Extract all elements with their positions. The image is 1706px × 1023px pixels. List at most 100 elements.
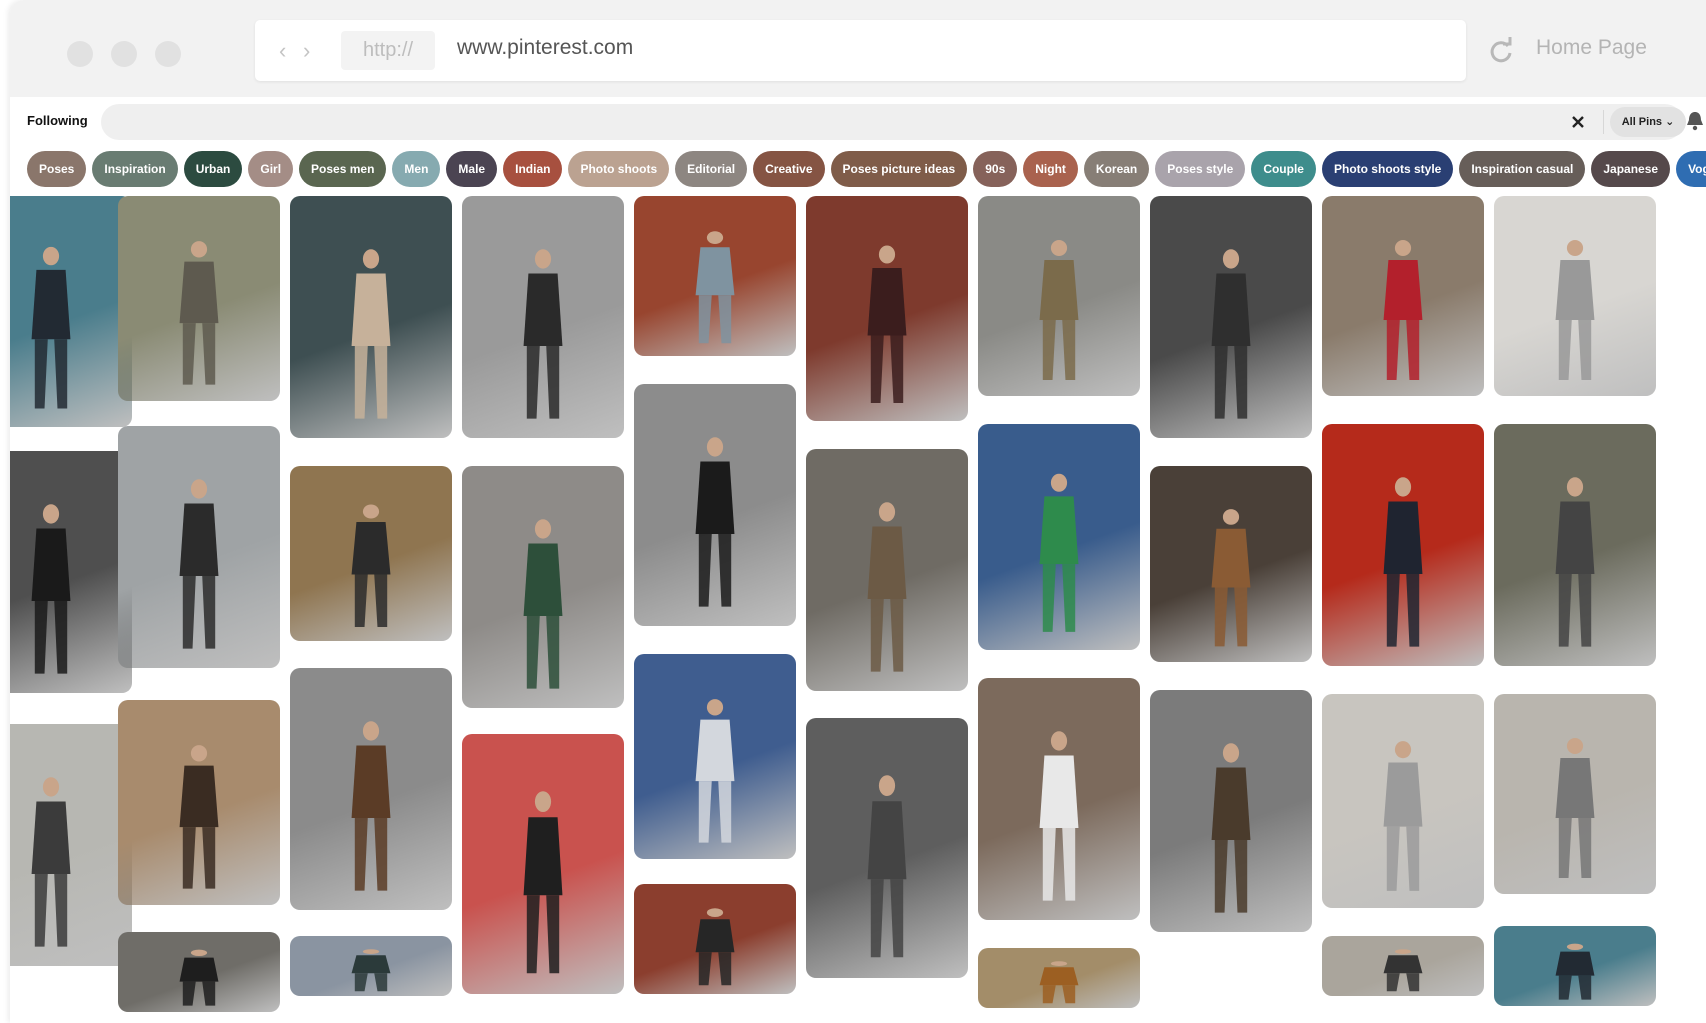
- bell-icon[interactable]: [1686, 111, 1704, 131]
- browser-toolbar: ‹ › http:// www.pinterest.com Home Page: [10, 0, 1706, 98]
- person-silhouette: [1555, 240, 1595, 380]
- back-icon[interactable]: ‹: [279, 38, 286, 64]
- person-silhouette: [1039, 473, 1079, 632]
- category-chip[interactable]: Men: [392, 151, 441, 187]
- pin-card[interactable]: [118, 196, 280, 401]
- person-silhouette: [1383, 949, 1423, 992]
- pin-card[interactable]: [290, 668, 452, 910]
- category-chip[interactable]: 90s: [973, 151, 1018, 187]
- pin-card[interactable]: [634, 196, 796, 356]
- person-silhouette: [867, 245, 907, 403]
- person-silhouette: [31, 777, 71, 947]
- pin-card[interactable]: [118, 700, 280, 905]
- pin-card[interactable]: [1150, 466, 1312, 662]
- window-close-control[interactable]: [67, 41, 93, 67]
- category-chip[interactable]: Japanese: [1591, 151, 1671, 187]
- window-maximize-control[interactable]: [155, 41, 181, 67]
- person-silhouette: [1039, 961, 1079, 1004]
- pin-card[interactable]: [10, 196, 132, 427]
- person-silhouette: [523, 249, 563, 419]
- pin-card[interactable]: [290, 466, 452, 641]
- pin-card[interactable]: [1494, 424, 1656, 666]
- browser-window: ‹ › http:// www.pinterest.com Home Page …: [10, 0, 1706, 1023]
- person-silhouette: [1211, 249, 1251, 419]
- pin-grid: [10, 196, 1706, 1023]
- category-chip[interactable]: Poses picture ideas: [830, 151, 968, 187]
- category-chip[interactable]: Inspiration: [92, 151, 178, 187]
- category-chip[interactable]: Photo shoots style: [1321, 151, 1454, 187]
- pin-card[interactable]: [806, 718, 968, 978]
- url-text[interactable]: www.pinterest.com: [457, 36, 633, 60]
- pin-card[interactable]: [1322, 424, 1484, 666]
- reload-icon[interactable]: [1486, 36, 1516, 66]
- person-silhouette: [31, 504, 71, 674]
- pin-card[interactable]: [634, 384, 796, 626]
- category-chip[interactable]: Inspiration casual: [1459, 151, 1586, 187]
- pin-card[interactable]: [462, 196, 624, 438]
- category-chip[interactable]: Indian: [503, 151, 563, 187]
- forward-icon[interactable]: ›: [303, 38, 310, 64]
- category-chip[interactable]: Poses men: [299, 151, 387, 187]
- pin-card[interactable]: [10, 451, 132, 693]
- pin-card[interactable]: [806, 196, 968, 421]
- pin-card[interactable]: [978, 678, 1140, 920]
- category-chip[interactable]: Creative: [753, 151, 825, 187]
- search-input[interactable]: All Pins ⌄: [101, 104, 1686, 140]
- pin-card[interactable]: [1494, 694, 1656, 894]
- category-chip[interactable]: Girl: [248, 151, 294, 187]
- person-silhouette: [1383, 741, 1423, 891]
- category-chip[interactable]: Night: [1023, 151, 1078, 187]
- person-silhouette: [179, 479, 219, 649]
- pin-card[interactable]: [806, 449, 968, 691]
- pin-card[interactable]: [290, 936, 452, 996]
- person-silhouette: [1039, 240, 1079, 380]
- person-silhouette: [1383, 477, 1423, 647]
- category-chip[interactable]: Poses: [27, 151, 87, 187]
- pin-card[interactable]: [1322, 694, 1484, 908]
- pin-card[interactable]: [1150, 196, 1312, 438]
- address-bar[interactable]: ‹ › http:// www.pinterest.com: [255, 20, 1466, 81]
- person-silhouette: [179, 745, 219, 889]
- pin-card[interactable]: [1322, 936, 1484, 996]
- home-page-link[interactable]: Home Page: [1536, 36, 1647, 60]
- person-silhouette: [1211, 743, 1251, 913]
- person-silhouette: [695, 437, 735, 607]
- pin-card[interactable]: [290, 196, 452, 438]
- category-chip[interactable]: Photo shoots: [568, 151, 670, 187]
- clear-search-icon[interactable]: [1568, 112, 1588, 132]
- window-minimize-control[interactable]: [111, 41, 137, 67]
- category-chip[interactable]: Korean: [1083, 151, 1150, 187]
- pin-card[interactable]: [118, 426, 280, 668]
- person-silhouette: [351, 249, 391, 419]
- category-chip[interactable]: Couple: [1251, 151, 1316, 187]
- pin-card[interactable]: [462, 734, 624, 994]
- url-protocol: http://: [341, 31, 435, 70]
- following-tab[interactable]: Following: [27, 113, 88, 128]
- category-chip[interactable]: Poses style: [1155, 151, 1246, 187]
- pin-card[interactable]: [978, 424, 1140, 650]
- pin-card[interactable]: [462, 466, 624, 708]
- person-silhouette: [867, 502, 907, 672]
- category-chip[interactable]: Male: [446, 151, 498, 187]
- pin-card[interactable]: [978, 948, 1140, 1008]
- pin-card[interactable]: [10, 724, 132, 966]
- person-silhouette: [1383, 240, 1423, 380]
- person-silhouette: [351, 721, 391, 891]
- pin-card[interactable]: [634, 654, 796, 859]
- category-chip[interactable]: Urban: [183, 151, 243, 187]
- pin-card[interactable]: [634, 884, 796, 994]
- person-silhouette: [179, 949, 219, 1006]
- pin-card[interactable]: [1322, 196, 1484, 396]
- all-pins-dropdown[interactable]: All Pins ⌄: [1610, 107, 1686, 137]
- pin-card[interactable]: [1494, 196, 1656, 396]
- person-silhouette: [351, 949, 391, 992]
- pin-card[interactable]: [118, 932, 280, 1012]
- person-silhouette: [695, 231, 735, 344]
- category-chip[interactable]: Vogue: [1676, 151, 1706, 187]
- person-silhouette: [1555, 943, 1595, 1000]
- category-chips: Poses Inspiration Urban Girl Poses men Men Mal…: [27, 151, 1706, 187]
- category-chip[interactable]: Editorial: [675, 151, 748, 187]
- pin-card[interactable]: [1150, 690, 1312, 932]
- pin-card[interactable]: [1494, 926, 1656, 1006]
- pin-card[interactable]: [978, 196, 1140, 396]
